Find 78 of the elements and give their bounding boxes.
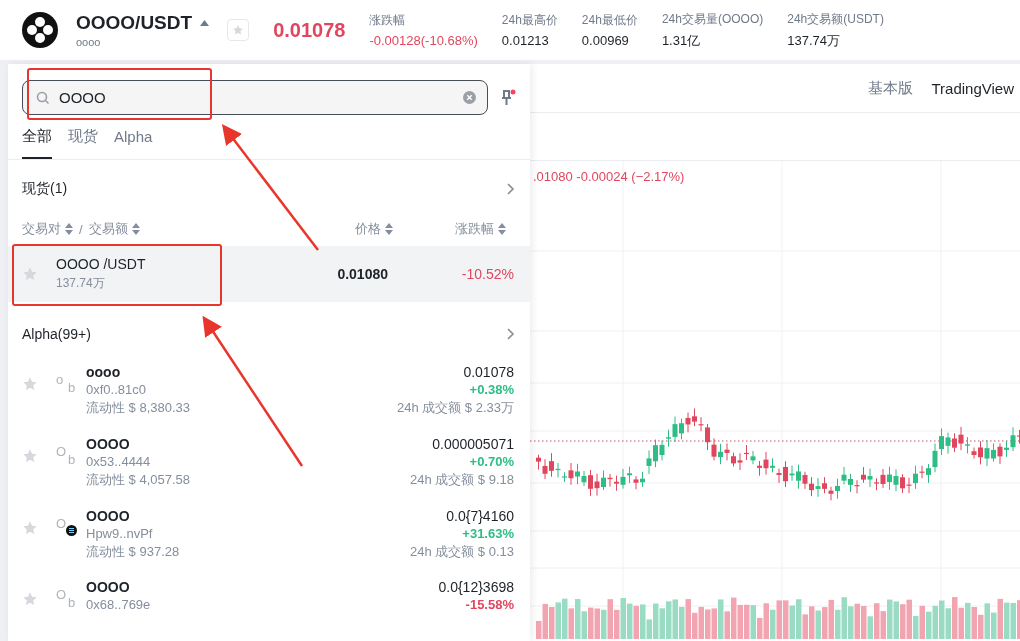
- token-logo-alt: o: [56, 372, 64, 387]
- star-icon[interactable]: [22, 266, 38, 282]
- pair-name: OOOO /USDT: [56, 256, 147, 272]
- section-title: 现货(1): [22, 180, 68, 198]
- token-logo-alt: O: [56, 443, 67, 459]
- stat-label: 涨跌幅: [369, 12, 407, 29]
- token-logo-alt: O: [56, 587, 67, 603]
- pair-change: -10.52%: [460, 266, 514, 282]
- market-row[interactable]: OOOO /USDT 137.74万 0.01080 -10.52%: [8, 246, 530, 302]
- pair-volume: 137.74万: [56, 275, 106, 292]
- token-address: 0xf0..81c0: [86, 382, 147, 397]
- sort-icon[interactable]: [131, 223, 140, 235]
- sort-icon[interactable]: [498, 223, 506, 235]
- column-separator: /: [79, 221, 83, 237]
- coin-logo: [22, 12, 58, 48]
- stat-label: 24h最低价: [581, 12, 638, 29]
- star-icon[interactable]: [22, 591, 38, 608]
- stat-value: 1.31亿: [661, 31, 702, 50]
- token-volume: 24h 成交额 $ 0.13: [409, 542, 514, 561]
- token-price: 0.0{12}3698: [438, 579, 514, 596]
- token-change: +0.38%: [469, 382, 514, 397]
- token-price: 0.0{7}4160: [446, 507, 514, 524]
- chart-mode-tab[interactable]: 基本版: [868, 78, 914, 98]
- stat-label: 24h最高价: [501, 12, 558, 29]
- token-logo-alt: O: [56, 515, 67, 531]
- sort-icon[interactable]: [385, 223, 393, 235]
- star-icon[interactable]: [22, 447, 38, 464]
- token-name: OOOO: [86, 507, 131, 524]
- stat-label: 24h交易额(USDT): [787, 10, 884, 28]
- token-name: OOOO: [86, 435, 131, 452]
- filter-tab[interactable]: 全部: [22, 127, 52, 159]
- column-header[interactable]: 交易额: [88, 220, 128, 238]
- token-liquidity: 流动性 $ 4,057.58: [86, 470, 192, 489]
- chevron-right-icon[interactable]: [506, 327, 516, 341]
- chain-logo-alt: b: [68, 595, 76, 611]
- star-icon[interactable]: [22, 376, 38, 392]
- token-price: 0.01078: [463, 364, 514, 380]
- pair-title: OOOO/USDT: [76, 12, 193, 34]
- sort-icon[interactable]: [65, 223, 73, 235]
- filter-tab[interactable]: Alpha: [114, 127, 153, 159]
- token-name: OOOO: [86, 579, 131, 596]
- token-price: 0.000005071: [432, 435, 514, 452]
- token-address: 0x53..4444: [86, 453, 152, 469]
- clear-icon[interactable]: [463, 91, 476, 104]
- column-header[interactable]: 涨跌幅: [455, 220, 494, 238]
- star-icon: [232, 24, 245, 36]
- token-address: 0x68..769e: [86, 597, 152, 613]
- token-change: +31.63%: [462, 525, 514, 541]
- column-header[interactable]: 交易对: [22, 220, 61, 238]
- pair-price: 0.01080: [337, 266, 388, 282]
- stat-value: 137.74万: [787, 31, 841, 50]
- search-icon: [36, 91, 50, 105]
- last-price: 0.01078: [273, 18, 346, 42]
- token-volume: 24h 成交额 $ 2.33万: [396, 399, 514, 417]
- token-liquidity: 流动性 $ 8,380.33: [86, 399, 192, 417]
- chain-logo-alt: b: [68, 451, 76, 467]
- token-change: +0.70%: [469, 453, 514, 469]
- chain-logo-alt: b: [68, 380, 76, 395]
- chevron-right-icon[interactable]: [506, 182, 516, 196]
- chart-legend: .01080 -0.00024 (−2.17%): [533, 169, 685, 184]
- filter-tab[interactable]: 现货: [68, 127, 98, 159]
- token-volume: 24h 成交额 $ 9.18: [409, 470, 514, 489]
- stat-value: -0.00128(-10.68%): [369, 33, 478, 48]
- stat-label: 24h交易量(OOOO): [661, 10, 764, 28]
- token-liquidity: 流动性 $ 937.28: [86, 542, 181, 561]
- caret-icon[interactable]: [200, 20, 210, 26]
- token-address: Hpw9..nvPf: [86, 525, 154, 541]
- token-change: -15.58%: [465, 597, 514, 613]
- pin-icon[interactable]: [500, 88, 516, 107]
- stat-value: 0.00969: [581, 33, 630, 48]
- stat-value: 0.01213: [501, 33, 550, 48]
- star-icon[interactable]: [22, 519, 38, 536]
- section-title: Alpha(99+): [22, 326, 91, 342]
- token-name: oooo: [86, 364, 122, 380]
- chart-mode-tab[interactable]: TradingView: [931, 79, 1014, 97]
- search-field[interactable]: OOOO: [22, 80, 488, 115]
- coin-name: oooo: [76, 36, 102, 48]
- column-header[interactable]: 价格: [355, 220, 381, 238]
